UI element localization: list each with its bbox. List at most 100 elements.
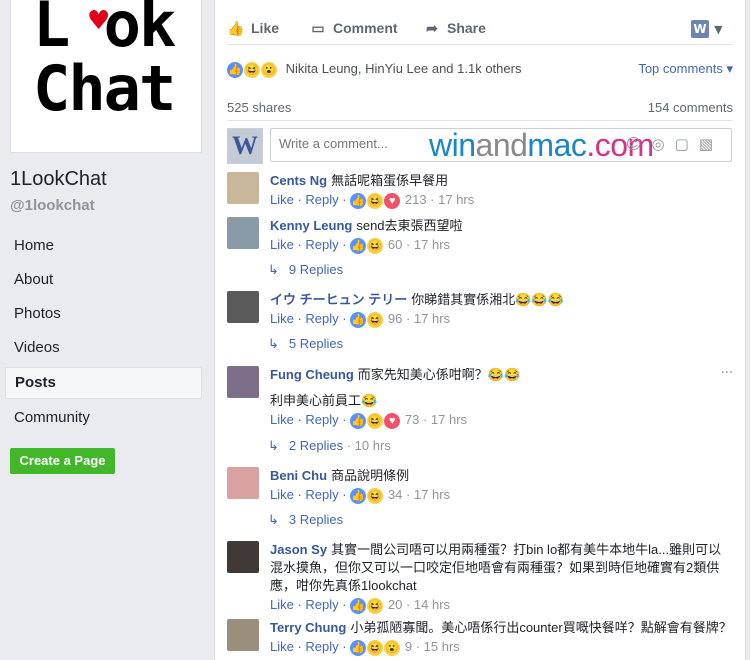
comment-like-link[interactable]: Like [270,487,294,502]
chevron-down-icon: ▼ [714,23,723,36]
like-reaction-icon: 👍 [350,639,367,656]
reaction-count[interactable]: 213 [405,192,427,207]
like-reaction-icon: 👍 [350,192,367,209]
avatar[interactable] [227,172,259,204]
comment-like-link[interactable]: Like [270,237,294,252]
comment-like-link[interactable]: Like [270,311,294,326]
comment-like-link[interactable]: Like [270,192,294,207]
view-replies-link[interactable]: ↳ 5 Replies [268,336,343,352]
comment-time[interactable]: 17 hrs [431,412,467,427]
comment-reply-link[interactable]: Reply [305,487,338,502]
post-panel: 👍 Like ▭ Comment ➦ Share W ▼ 👍 😆 😮 Nikita Leu… [214,0,746,660]
thumbs-up-icon: 👍 [227,20,245,36]
avatar[interactable] [227,366,259,398]
reply-arrow-icon: ↳ [268,438,279,453]
page-profile-picture[interactable]: L ok Chat ♥ [10,0,202,153]
comment-like-link[interactable]: Like [270,597,294,612]
comment-reply-link[interactable]: Reply [305,412,338,427]
commenter-name[interactable]: イウ チーヒュン テリー [270,292,407,307]
shares-count[interactable]: 525 shares [227,100,291,115]
comment-text-line2: 利申美心前員工😂 [270,393,378,408]
haha-reaction-icon: 😆 [367,412,384,429]
reaction-count[interactable]: 34 [388,487,402,502]
reaction-summary[interactable]: 👍 😆 😮 Nikita Leung, HinYiu Lee and 1.1k ot… [227,58,733,80]
comment-reply-link[interactable]: Reply [305,597,338,612]
comment-text: 無話呢箱蛋係早餐用 [331,173,449,188]
haha-reaction-icon: 😆 [367,487,384,504]
haha-reaction-icon: 😆 [367,639,384,656]
like-reaction-icon: 👍 [227,61,243,78]
composer-avatar: W [227,128,263,164]
commenter-name[interactable]: Fung Cheung [270,367,354,382]
nav-item-posts[interactable]: Posts [5,367,202,399]
comment-text: 而家先知美心係咁啊？😂😂 [357,367,521,382]
reaction-names[interactable]: Nikita Leung, HinYiu Lee and 1.1k others [286,61,522,76]
comment-text: 其實一間公司唔可以用兩種蛋？打bin lo都有美牛本地牛la...雖則可以混水摸… [270,542,722,593]
avatar[interactable] [227,467,259,499]
wow-reaction-icon: 😮 [384,639,401,656]
comment-button[interactable]: ▭ Comment [309,14,397,42]
reaction-count[interactable]: 73 [405,412,419,427]
comment-time[interactable]: 17 hrs [414,487,450,502]
comment-reply-link[interactable]: Reply [305,639,338,654]
watermark-logo: winandmac.com [429,127,654,163]
comment-time[interactable]: 17 hrs [438,192,474,207]
gif-icon[interactable]: ▢ [675,135,699,153]
top-comments-dropdown[interactable]: Top comments ▾ [638,58,733,80]
love-reaction-icon: ♥ [384,412,401,429]
haha-reaction-icon: 😆 [367,597,384,614]
nav-item-home[interactable]: Home [5,229,202,263]
reaction-count[interactable]: 9 [405,639,412,654]
comment-like-link[interactable]: Like [270,412,294,427]
haha-reaction-icon: 😆 [244,61,260,78]
avatar[interactable] [227,291,259,323]
view-replies-link[interactable]: ↳ 2 Replies · 10 hrs [268,438,391,454]
view-replies-link[interactable]: ↳ 9 Replies [268,262,343,278]
nav-item-about[interactable]: About [5,263,202,297]
avatar[interactable] [227,541,259,573]
comment-text: send去東張西望啦 [356,218,463,233]
commenter-name[interactable]: Cents Ng [270,173,327,188]
commenter-name[interactable]: Jason Sy [270,542,327,557]
commenter-name[interactable]: Terry Chung [270,620,346,635]
comment-reply-link[interactable]: Reply [305,311,338,326]
reaction-count[interactable]: 96 [388,311,402,326]
comment-composer[interactable]: winandmac.com ☺◎▢▧ [270,127,732,163]
comment-like-link[interactable]: Like [270,639,294,654]
avatar[interactable] [227,619,259,651]
sticker-icon[interactable]: ▧ [699,135,723,153]
camera-icon[interactable]: ◎ [652,135,675,153]
avatar[interactable] [227,217,259,249]
comment-time[interactable]: 17 hrs [414,237,450,252]
nav-item-videos[interactable]: Videos [5,331,202,365]
haha-reaction-icon: 😆 [367,192,384,209]
comment-reply-link[interactable]: Reply [305,237,338,252]
reaction-count[interactable]: 60 [388,237,402,252]
reply-arrow-icon: ↳ [268,262,279,277]
page-handle[interactable]: @1lookchat [10,197,95,214]
comment-reply-link[interactable]: Reply [305,192,338,207]
share-button[interactable]: ➦ Share [423,14,486,42]
view-replies-link[interactable]: ↳ 3 Replies [268,512,343,528]
comment: Terry Chung 小弟孤陋寡聞。美心唔係行出counter買嘅快餐咩？點解會… [227,619,733,659]
nav-item-community[interactable]: Community [5,401,202,435]
like-reaction-icon: 👍 [350,412,367,429]
commenter-name[interactable]: Beni Chu [270,468,327,483]
like-reaction-icon: 👍 [350,487,367,504]
post-as-selector[interactable]: W ▼ [691,18,727,38]
comment-text: 小弟孤陋寡聞。美心唔係行出counter買嘅快餐咩？點解會有餐牌？ [350,620,732,635]
nav-item-photos[interactable]: Photos [5,297,202,331]
heart-icon: ♥ [87,6,111,36]
replies-time[interactable]: 10 hrs [355,438,391,453]
comment-time[interactable]: 14 hrs [414,597,450,612]
create-page-button[interactable]: Create a Page [10,448,115,474]
reaction-count[interactable]: 20 [388,597,402,612]
emoji-icon[interactable]: ☺ [626,135,652,153]
comment: ··· Fung Cheung 而家先知美心係咁啊？😂😂 利申美心前員工😂 Lik… [227,366,733,430]
commenter-name[interactable]: Kenny Leung [270,218,352,233]
comments-count[interactable]: 154 comments [648,100,733,115]
comment-time[interactable]: 15 hrs [424,639,460,654]
like-button[interactable]: 👍 Like [227,14,279,42]
page-title[interactable]: 1LookChat [10,168,107,191]
comment-time[interactable]: 17 hrs [414,311,450,326]
